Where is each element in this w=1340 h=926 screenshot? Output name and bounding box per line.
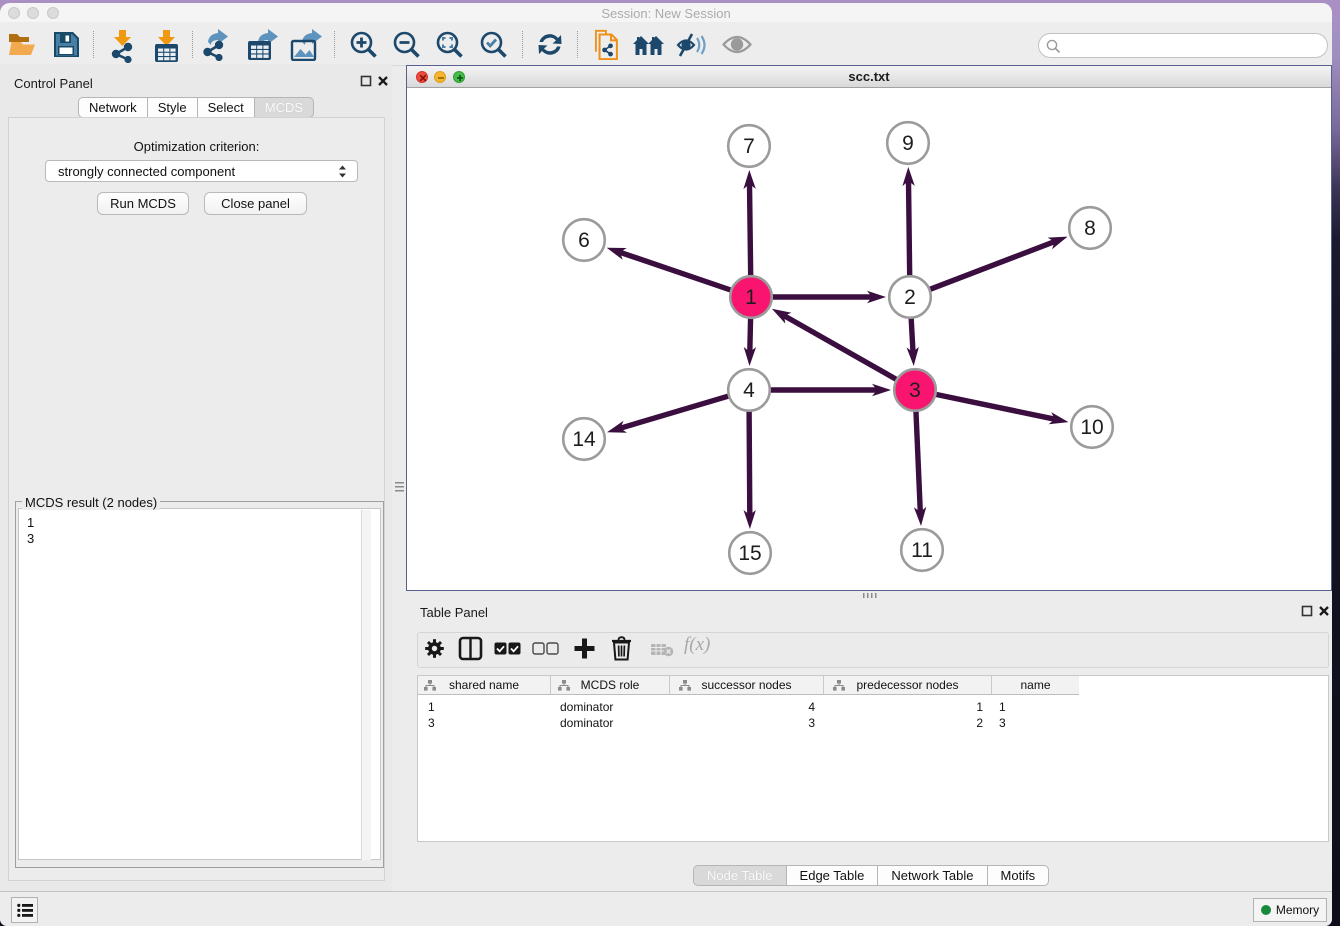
svg-text:11: 11 [911, 539, 933, 562]
svg-text:2: 2 [904, 286, 916, 309]
svg-text:1: 1 [745, 286, 757, 309]
svg-text:9: 9 [902, 132, 914, 155]
svg-text:14: 14 [572, 428, 596, 451]
svg-text:6: 6 [578, 229, 590, 252]
svg-text:3: 3 [909, 379, 921, 402]
svg-text:8: 8 [1084, 217, 1096, 240]
svg-text:10: 10 [1080, 416, 1103, 439]
svg-text:15: 15 [738, 542, 761, 565]
svg-text:7: 7 [743, 135, 755, 158]
svg-text:4: 4 [743, 379, 755, 402]
